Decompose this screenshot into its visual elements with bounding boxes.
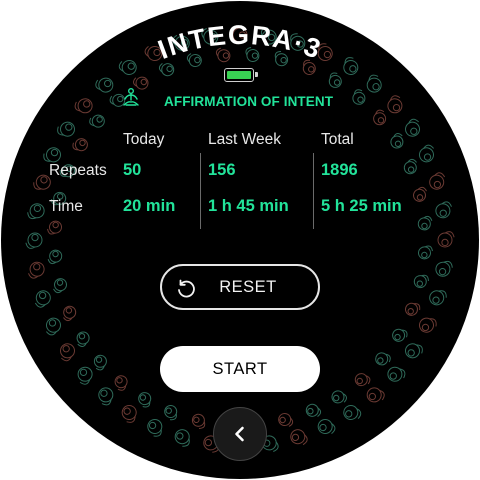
ornament-swirl bbox=[405, 118, 420, 137]
ornament-swirl bbox=[392, 328, 408, 342]
repeats-total-value: 1896 bbox=[321, 161, 358, 179]
ornament-swirl bbox=[25, 232, 43, 249]
battery-icon bbox=[224, 68, 258, 82]
ornament-swirl bbox=[305, 403, 322, 417]
ornament-swirl bbox=[418, 245, 433, 260]
ornament-swirl bbox=[27, 203, 45, 220]
ornament-swirl bbox=[53, 278, 67, 294]
row-label-time: Time bbox=[49, 198, 83, 215]
meditation-icon bbox=[123, 88, 139, 106]
ornament-swirl bbox=[405, 302, 421, 316]
ornament-swirl bbox=[354, 373, 371, 387]
ornament-swirl bbox=[413, 186, 427, 202]
mode-title: AFFIRMATION OF INTENT bbox=[164, 94, 334, 109]
repeats-today-value: 50 bbox=[123, 161, 142, 179]
ornament-swirl bbox=[435, 260, 453, 277]
ornament-swirl bbox=[45, 317, 61, 336]
reset-icon bbox=[178, 279, 195, 298]
ornament-swirl bbox=[114, 375, 128, 391]
start-button[interactable]: START bbox=[160, 346, 320, 392]
watch-face: INTEGRA·3 AFFIRMATION OF INTENT Today La… bbox=[1, 1, 479, 479]
ornament-swirl bbox=[373, 109, 387, 126]
ornament-swirl bbox=[98, 387, 114, 406]
ornament-swirl bbox=[429, 290, 447, 306]
reset-button-label: RESET bbox=[219, 277, 277, 296]
ornament-swirl bbox=[352, 89, 366, 105]
ornament-swirl bbox=[317, 419, 336, 435]
ornament-swirl bbox=[419, 317, 437, 333]
ornament-swirl bbox=[138, 392, 152, 408]
ornament-swirl bbox=[93, 354, 107, 371]
chevron-left-icon bbox=[235, 426, 244, 442]
ornament-swirl bbox=[437, 231, 455, 248]
ornament-swirl bbox=[419, 144, 435, 163]
ornament-swirl bbox=[121, 405, 137, 423]
col-header-last-week: Last Week bbox=[208, 131, 281, 148]
ornament-swirl bbox=[74, 98, 93, 114]
svg-text:INTEGRA·3: INTEGRA·3 bbox=[154, 20, 326, 65]
ornament-swirl bbox=[278, 413, 294, 427]
row-label-repeats: Repeats bbox=[49, 162, 107, 179]
ornament-swirl bbox=[387, 95, 403, 114]
brand-title: INTEGRA·3 bbox=[154, 20, 324, 65]
ornament-swirl bbox=[343, 405, 362, 420]
ornament-swirl bbox=[429, 172, 446, 190]
ornament-swirl bbox=[390, 133, 404, 149]
ornament-swirl bbox=[60, 343, 75, 362]
battery-fill bbox=[227, 71, 251, 79]
ornament-swirl bbox=[76, 331, 90, 347]
ornament-swirl bbox=[147, 419, 163, 437]
ornament-swirl bbox=[413, 274, 429, 289]
ornament-swirl bbox=[387, 366, 406, 382]
ornament-swirl bbox=[89, 114, 105, 128]
time-total-value: 5 h 25 min bbox=[321, 197, 402, 215]
ornament-swirl bbox=[366, 387, 385, 403]
column-divider bbox=[200, 153, 201, 229]
ornament-swirl bbox=[405, 343, 423, 359]
column-divider bbox=[313, 153, 314, 229]
ornament-swirl bbox=[28, 261, 45, 279]
ornament-swirl bbox=[63, 305, 77, 322]
ornament-swirl bbox=[417, 215, 433, 231]
ornament-swirl bbox=[331, 390, 347, 404]
start-button-label: START bbox=[212, 359, 268, 378]
ornament-swirl bbox=[403, 158, 417, 175]
repeats-last-week-value: 156 bbox=[208, 161, 236, 179]
ornament-swirl bbox=[72, 138, 88, 152]
ornament-swirl bbox=[164, 405, 178, 421]
time-last-week-value: 1 h 45 min bbox=[208, 197, 289, 215]
ornament-swirl bbox=[290, 429, 308, 446]
ornament-swirl bbox=[47, 220, 62, 235]
time-today-value: 20 min bbox=[123, 197, 176, 215]
ornament-swirl bbox=[191, 413, 206, 429]
ornament-swirl bbox=[34, 290, 51, 308]
col-header-today: Today bbox=[123, 131, 165, 148]
ornament-swirl bbox=[435, 201, 452, 219]
col-header-total: Total bbox=[321, 131, 354, 148]
ornament-swirl bbox=[57, 121, 75, 137]
ornament-swirl bbox=[375, 352, 391, 366]
ornament-swirl bbox=[174, 429, 190, 447]
back-button[interactable] bbox=[213, 407, 267, 461]
ornament-swirl bbox=[77, 366, 93, 385]
ornament-swirl bbox=[47, 249, 63, 265]
